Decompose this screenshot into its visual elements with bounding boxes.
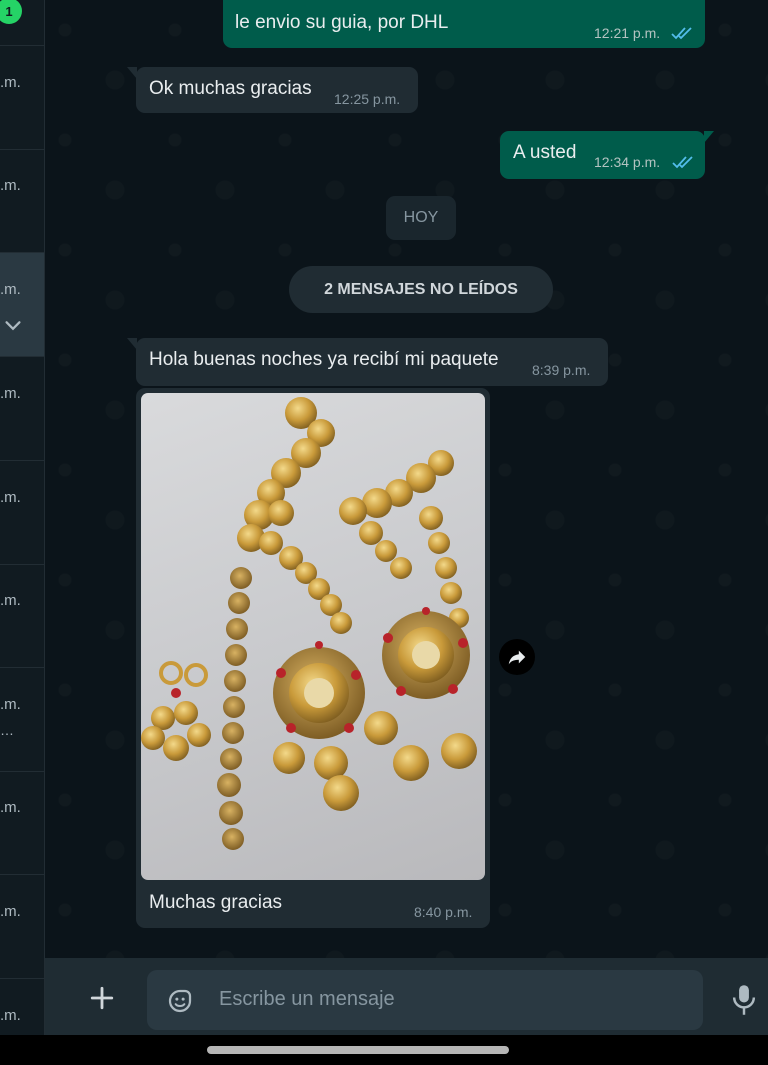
message-text: A usted [513,142,577,163]
message-input[interactable] [219,988,679,1011]
chat-time: .m. [0,281,21,298]
chat-time: .m. [0,903,21,920]
double-check-icon [672,156,693,169]
chat-list-item[interactable]: .m. [0,771,44,875]
chat-list-item[interactable]: .m. [0,46,44,150]
chevron-down-icon[interactable] [2,315,24,337]
chat-time: .m. [0,74,21,91]
image-caption: Muchas gracias [149,892,283,913]
chat-list-sidebar: 1 .m. .m. .m. .m. .m. .m. .m. … .m. .m. … [0,0,45,1035]
forward-icon [508,650,526,665]
incoming-image-message[interactable]: Muchas gracias 8:40 p.m. [136,388,490,928]
outgoing-message[interactable]: le envio su guia, por DHL 12:21 p.m. [223,0,705,48]
message-time: 12:21 p.m. [594,25,661,41]
ellipsis-icon: … [0,722,15,738]
jewelry-image [141,397,477,850]
date-divider: HOY [386,196,456,240]
message-time: 12:25 p.m. [334,91,401,107]
conversation-panel[interactable]: le envio su guia, por DHL 12:21 p.m. Ok … [45,0,768,958]
plus-icon[interactable] [89,985,115,1011]
forward-button[interactable] [499,639,535,675]
message-time: 8:39 p.m. [532,362,591,378]
chat-list-item[interactable]: .m. … [0,668,44,772]
message-time: 12:34 p.m. [594,154,661,170]
message-input-box[interactable] [147,970,703,1030]
chat-time: .m. [0,1007,21,1024]
chat-list-item[interactable]: .m. [0,564,44,668]
home-indicator[interactable] [207,1046,509,1054]
jewelry-photo[interactable] [141,393,485,880]
mic-icon[interactable] [731,984,757,1016]
chat-list-item[interactable]: .m. [0,979,44,1035]
chat-time: .m. [0,385,21,402]
message-composer [45,958,768,1035]
chat-time: .m. [0,177,21,194]
message-text: Hola buenas noches ya recibí mi paquete [149,349,499,370]
message-time: 8:40 p.m. [414,904,473,920]
chat-list-item-active[interactable]: .m. [0,253,44,357]
chat-list-item[interactable]: 1 [0,0,44,46]
message-text: le envio su guia, por DHL [235,12,449,33]
chat-time: .m. [0,696,21,713]
sticker-icon[interactable] [165,986,195,1016]
chat-list-item[interactable]: .m. [0,875,44,979]
message-text: Ok muchas gracias [149,78,312,99]
chat-time: .m. [0,489,21,506]
chat-time: .m. [0,592,21,609]
chat-list-item[interactable]: .m. [0,461,44,565]
outgoing-message[interactable]: A usted 12:34 p.m. [500,131,714,179]
chat-time: .m. [0,799,21,816]
chat-list-item[interactable]: .m. [0,357,44,461]
incoming-message[interactable]: Hola buenas noches ya recibí mi paquete … [127,338,608,386]
incoming-message[interactable]: Ok muchas gracias 12:25 p.m. [127,67,418,113]
system-nav-bar [0,1035,768,1065]
chat-list-item[interactable]: .m. [0,149,44,253]
unread-badge: 1 [0,0,22,24]
double-check-icon [671,27,692,40]
unread-messages-divider: 2 MENSAJES NO LEÍDOS [289,266,553,313]
